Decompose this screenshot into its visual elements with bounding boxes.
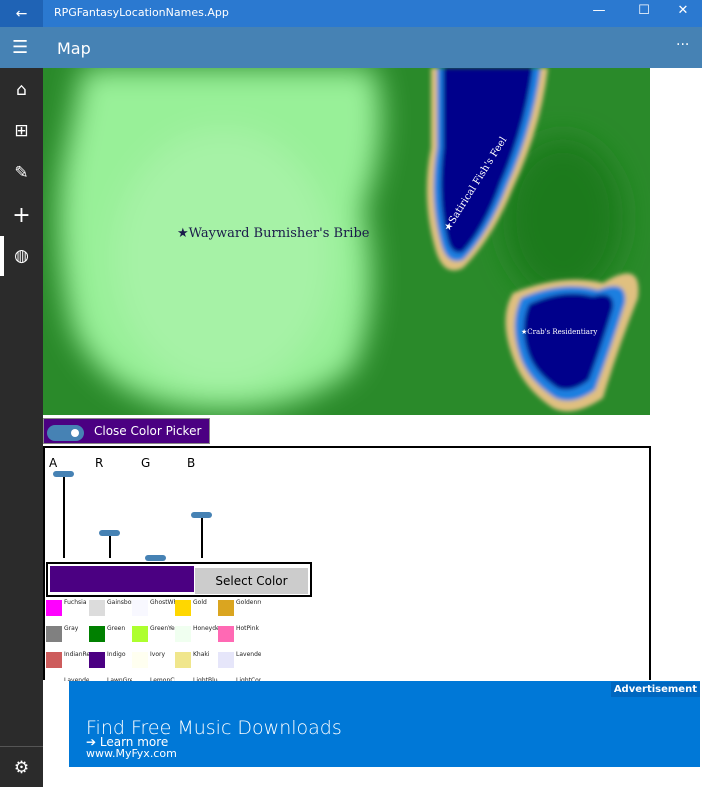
channel-label-g: G [141,456,151,470]
gear-icon: ⚙ [13,758,30,778]
swatch-label: Gainsboro [107,599,132,606]
sidebar-item-grid[interactable]: ⊞ [0,111,43,151]
color-swatch[interactable] [89,652,105,668]
ad-url[interactable]: www.MyFyx.com [86,747,177,760]
pencil-icon: ✎ [14,163,29,183]
swatch-label: Fuchsia [64,599,87,606]
color-swatch[interactable] [46,626,62,642]
back-button[interactable]: ← [0,0,43,27]
globe-icon: ◍ [14,246,29,266]
color-preview-row: Select Color [46,562,312,597]
hamburger-icon[interactable]: ☰ [12,37,28,58]
toggle-label: Close Color Picker [94,424,202,438]
plus-icon: + [12,202,31,228]
channel-label-r: R [95,456,104,470]
more-options-button[interactable]: ··· [676,37,689,53]
map-label[interactable]: ★Wayward Burnisher's Bribe [177,226,370,241]
color-swatch[interactable] [132,600,148,616]
toggle-switch[interactable] [47,425,84,441]
color-swatch[interactable] [132,626,148,642]
color-swatch[interactable] [89,600,105,616]
divider [0,746,43,747]
app-title: RPGFantasyLocationNames.App [54,6,229,19]
slider-track-a[interactable] [63,474,65,558]
ad-tag: Advertisement [610,682,700,697]
maximize-button[interactable]: ☐ [629,3,659,23]
home-icon: ⌂ [16,80,27,100]
settings-button[interactable]: ⚙ [0,748,43,788]
slider-thumb-a[interactable] [53,471,74,477]
slider-thumb-b[interactable] [191,512,212,519]
color-preview [50,566,194,592]
swatch-label: Lavender [236,651,261,658]
color-swatch[interactable] [218,652,234,668]
swatch-label: GhostWhite [150,599,175,606]
color-picker-toggle[interactable]: Close Color Picker [43,418,210,444]
slider-thumb-g[interactable] [145,555,166,561]
swatch-label: Green [107,625,126,632]
slider-track-r[interactable] [109,533,111,558]
page-title: Map [57,39,91,58]
map-label[interactable]: ★Crab's Residentiary [521,328,597,336]
minimize-button[interactable]: — [584,3,614,23]
swatch-label: Gold [193,599,207,606]
swatch-label: HotPink [236,625,259,632]
close-button[interactable]: ✕ [668,3,698,23]
arrow-left-icon: ← [15,5,28,22]
color-swatch[interactable] [175,600,191,616]
sidebar: ⌂ ⊞ ✎ + ◍ ⚙ [0,68,43,787]
color-swatch[interactable] [46,600,62,616]
color-swatch[interactable] [175,652,191,668]
color-swatch[interactable] [89,626,105,642]
color-picker-panel: A R G B Select Color Fuchsia Gainsboro Gho… [43,446,651,681]
color-swatch[interactable] [46,652,62,668]
selection-indicator [0,236,4,276]
grid-icon: ⊞ [14,121,29,141]
advertisement-banner[interactable]: Advertisement Find Free Music Downloads … [69,681,700,767]
sidebar-item-edit[interactable]: ✎ [0,153,43,193]
color-swatch[interactable] [218,600,234,616]
swatch-label: Honeydew [193,625,218,632]
select-color-button[interactable]: Select Color [195,568,308,594]
sidebar-item-map[interactable]: ◍ [0,236,43,276]
sidebar-item-home[interactable]: ⌂ [0,70,43,110]
slider-track-b[interactable] [201,515,203,558]
swatch-label: Goldenrod [236,599,261,606]
swatch-label: IndianRed [64,651,89,658]
sidebar-item-add[interactable]: + [0,195,43,235]
color-swatch[interactable] [132,652,148,668]
page-header: ☰ Map ··· [0,27,702,68]
color-swatch[interactable] [218,626,234,642]
channel-label-b: B [187,456,196,470]
swatch-label: Ivory [150,651,166,658]
color-swatch[interactable] [175,626,191,642]
swatch-label: Gray [64,625,79,632]
swatch-label: Indigo [107,651,126,658]
swatch-label: Khaki [193,651,210,658]
map-canvas[interactable]: ★Wayward Burnisher's Bribe ★Satirical Fi… [43,68,650,415]
swatch-label: GreenYellow [150,625,175,632]
slider-thumb-r[interactable] [99,530,120,537]
title-bar: ← RPGFantasyLocationNames.App — ☐ ✕ [0,0,702,27]
channel-label-a: A [49,456,58,470]
